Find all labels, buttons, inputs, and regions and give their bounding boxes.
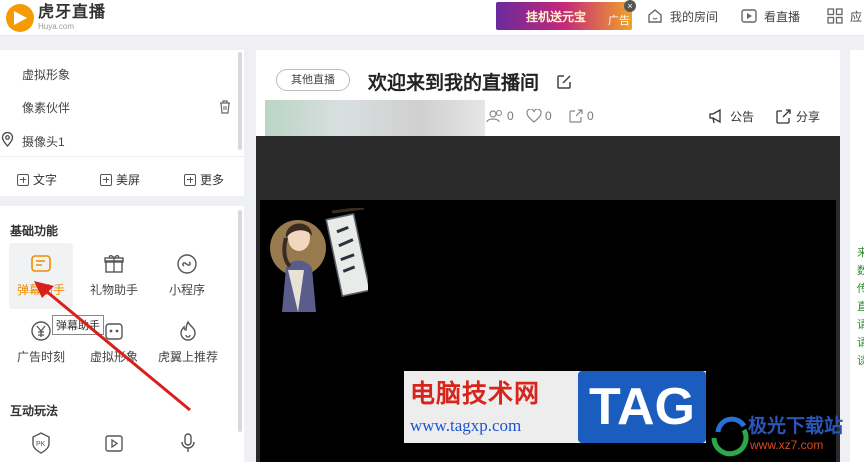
watermark-site-url: www.tagxp.com [410,416,522,435]
microphone-icon[interactable] [177,432,199,454]
ad-close-icon[interactable]: × [624,0,636,12]
top-bar: 虎牙直播 Huya.com 挂机送元宝 广告 × 我的房间 看直播 应 [0,0,864,36]
brand-watermark-name: 极光下载站 [748,416,844,437]
stat-followers: 0 [486,109,514,123]
plus-icon [17,173,29,186]
nav-watch-live[interactable]: 看直播 [740,7,800,25]
plus-icon [184,173,196,186]
add-more-button[interactable]: 更多 [184,171,224,188]
source-item-pixel-partner[interactable]: 像素伙伴 [22,99,70,116]
trash-icon[interactable] [218,99,232,114]
section-title-basic: 基础功能 [10,224,59,238]
nav-watch-live-label: 看直播 [764,9,801,24]
play-icon [741,9,757,23]
room-title: 欢迎来到我的直播间 [368,73,540,94]
add-more-label: 更多 [200,173,225,187]
announcement-button[interactable]: 公告 [708,108,754,125]
ad-banner[interactable]: 挂机送元宝 广告 [496,2,632,30]
category-pill[interactable]: 其他直播 [276,69,350,91]
stat-likes-value: 0 [545,109,552,123]
nav-my-room-label: 我的房间 [670,9,719,24]
watermark-tag-logo: TAG [578,371,706,443]
edit-icon[interactable] [556,74,572,90]
source-item-camera[interactable]: 摄像头1 [22,133,65,150]
source-item-virtual-avatar[interactable]: 虚拟形象 [22,66,70,83]
logo-mark-icon [6,4,34,32]
chat-fragment: 直 [857,301,864,313]
house-icon [648,9,662,23]
annotation-arrow [34,281,191,412]
stat-shares: 0 [568,109,594,123]
logo-subtext: Huya.com [38,22,75,31]
share-icon [776,109,791,124]
share-button[interactable]: 分享 [775,108,820,125]
watermark-site-name: 电脑技术网 [410,380,541,408]
add-text-label: 文字 [33,173,58,187]
nav-my-room[interactable]: 我的房间 [646,7,718,25]
chat-fragment: 谈 [857,355,864,367]
pk-icon[interactable]: PK [30,432,52,454]
gift-icon [104,255,124,273]
brand-watermark-url: www.xz7.com [750,438,824,452]
megaphone-icon [709,109,721,124]
chat-fragment: 请 [857,319,864,331]
mini-program-icon [177,254,197,274]
plus-icon [100,173,112,186]
huya-logo[interactable]: 虎牙直播 Huya.com [6,4,106,32]
users-icon [486,109,503,123]
announcement-label: 公告 [730,110,755,124]
section-title-interactive: 互动玩法 [10,404,59,418]
stat-shares-value: 0 [587,109,594,123]
ad-tag: 广告 [608,15,630,27]
divider [0,156,244,157]
nav-apps[interactable]: 应 [826,7,862,25]
share-small-icon [569,109,583,123]
svg-text:PK: PK [36,441,46,448]
add-text-button[interactable]: 文字 [17,171,57,188]
chat-fragment: 请 [857,337,864,349]
location-icon [1,132,14,147]
stat-followers-value: 0 [507,109,514,123]
logo-text: 虎牙直播 [38,4,107,21]
chat-fragment: 数 [857,265,864,277]
danmaku-icon [31,255,51,272]
sidebar-top-scrollbar[interactable] [238,52,242,150]
heart-icon [526,109,542,123]
video-play-icon[interactable] [104,432,126,454]
add-beauty-screen-button[interactable]: 美屏 [100,171,140,188]
grid-icon [827,8,843,24]
ad-text: 挂机送元宝 [526,10,587,24]
chat-fragment: 来 [857,247,864,259]
add-beauty-screen-label: 美屏 [116,173,141,187]
stat-likes: 0 [526,109,552,123]
share-label: 分享 [796,110,821,124]
virtual-avatar-image[interactable] [268,208,368,312]
nav-apps-label: 应 [850,9,863,24]
sidebar-bottom-scrollbar[interactable] [238,210,242,432]
chat-fragment: 传 [857,283,864,295]
